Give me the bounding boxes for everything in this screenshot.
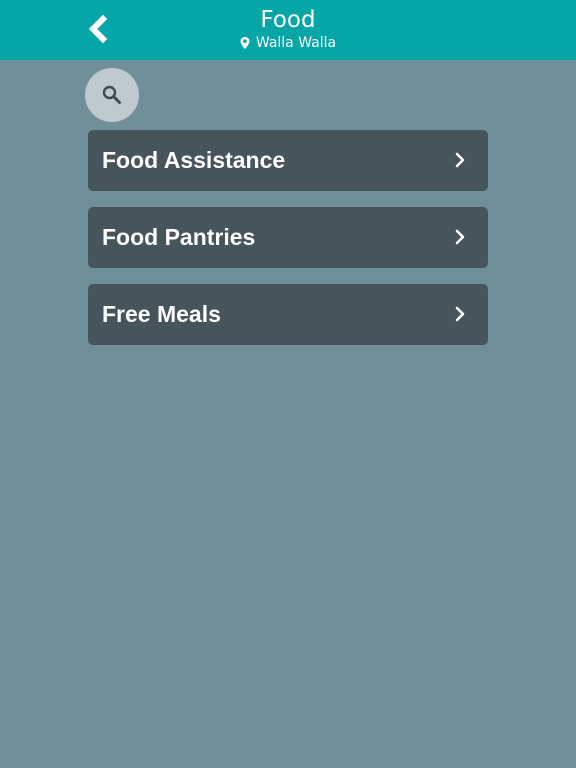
category-list: Food Assistance Food Pantries Free Meals xyxy=(88,130,488,361)
menu-item-label: Free Meals xyxy=(102,301,221,327)
header-bar: Food Walla Walla xyxy=(0,0,576,60)
title-block: Food Walla Walla xyxy=(0,6,576,53)
menu-item-label: Food Pantries xyxy=(102,224,256,250)
menu-item-food-assistance[interactable]: Food Assistance xyxy=(88,130,488,191)
menu-item-free-meals[interactable]: Free Meals xyxy=(88,284,488,345)
menu-item-label: Food Assistance xyxy=(102,147,286,173)
search-button[interactable] xyxy=(85,68,139,122)
chevron-right-icon xyxy=(455,152,465,168)
search-icon xyxy=(102,85,121,104)
menu-item-food-pantries[interactable]: Food Pantries xyxy=(88,207,488,268)
page-title: Food xyxy=(260,7,316,33)
map-pin-icon xyxy=(240,37,250,49)
chevron-right-icon xyxy=(455,306,465,322)
location-label: Walla Walla xyxy=(240,35,336,51)
chevron-right-icon xyxy=(455,229,465,245)
location-name: Walla Walla xyxy=(255,35,337,51)
